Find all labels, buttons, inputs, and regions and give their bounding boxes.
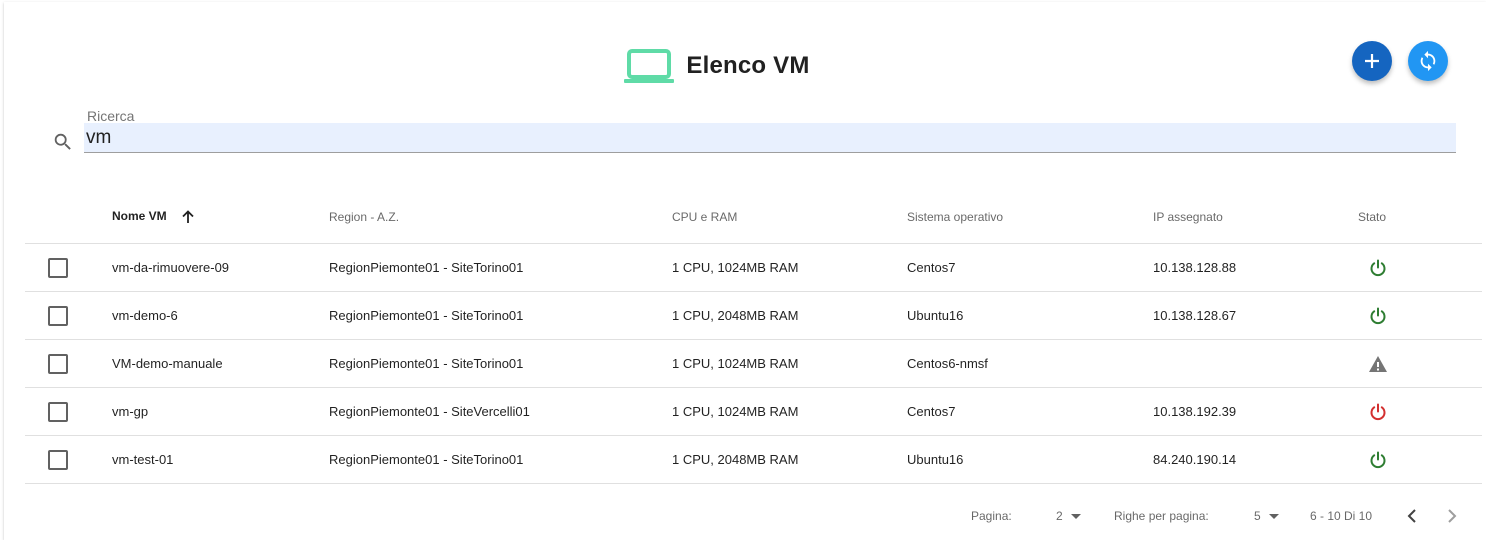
select-cell (25, 387, 112, 436)
arrow-up-icon (182, 209, 194, 223)
region-cell: RegionPiemonte01 - SiteTorino01 (329, 243, 672, 292)
vm-name-cell: vm-da-rimuovere-09 (112, 243, 329, 292)
select-column-header (25, 190, 112, 244)
caret-down-icon (1070, 514, 1081, 520)
table-row[interactable]: VM-demo-manuale RegionPiemonte01 - SiteTo… (25, 339, 1482, 388)
power-on-icon (1370, 307, 1386, 324)
ip-cell: 10.138.128.88 (1153, 243, 1358, 292)
row-checkbox[interactable] (48, 257, 68, 278)
vm-name-cell: vm-demo-6 (112, 291, 329, 340)
table-header-row: Nome VM Region - A.Z. CPU e RAM Sistema … (25, 190, 1482, 244)
ip-cell (1153, 339, 1358, 388)
row-checkbox[interactable] (48, 353, 68, 374)
power-off-icon (1370, 403, 1386, 420)
region-cell: RegionPiemonte01 - SiteVercelli01 (329, 387, 672, 436)
page-value: 2 (1056, 509, 1063, 523)
chevron-left-icon[interactable] (1402, 506, 1422, 526)
state-cell (1358, 339, 1482, 388)
rows-per-page-select[interactable]: 5 (1254, 504, 1279, 528)
chevron-right-icon[interactable] (1442, 506, 1462, 526)
vm-name-cell: vm-test-01 (112, 435, 329, 484)
select-cell (25, 435, 112, 484)
page-title: Elenco VM (686, 52, 810, 79)
select-cell (25, 243, 112, 292)
page-label: Pagina: (971, 509, 1012, 523)
refresh-button[interactable] (1408, 41, 1448, 81)
column-header-stato[interactable]: Stato (1358, 190, 1482, 244)
power-on-icon (1370, 451, 1386, 468)
table-row[interactable]: vm-gp RegionPiemonte01 - SiteVercelli01 1 … (25, 387, 1482, 436)
state-cell (1358, 435, 1482, 484)
column-header-cpu-ram[interactable]: CPU e RAM (672, 190, 907, 244)
search-label: Ricerca (87, 108, 135, 124)
region-cell: RegionPiemonte01 - SiteTorino01 (329, 291, 672, 340)
column-header-os[interactable]: Sistema operativo (907, 190, 1153, 244)
state-cell (1358, 243, 1482, 292)
table-row[interactable]: vm-da-rimuovere-09 RegionPiemonte01 - Sit… (25, 243, 1482, 292)
caret-down-icon (1268, 514, 1279, 520)
row-checkbox[interactable] (48, 401, 68, 422)
page-range: 6 - 10 Di 10 (1310, 509, 1373, 523)
page-select[interactable]: 2 (1056, 504, 1081, 528)
cpu-ram-cell: 1 CPU, 2048MB RAM (672, 435, 907, 484)
vm-table: Nome VM Region - A.Z. CPU e RAM Sistema … (25, 190, 1482, 484)
region-cell: RegionPiemonte01 - SiteTorino01 (329, 435, 672, 484)
table-row[interactable]: vm-demo-6 RegionPiemonte01 - SiteTorino01… (25, 291, 1482, 340)
column-header-label: Nome VM (112, 208, 167, 223)
rows-per-page-value: 5 (1254, 509, 1261, 523)
cpu-ram-cell: 1 CPU, 1024MB RAM (672, 243, 907, 292)
cpu-ram-cell: 1 CPU, 1024MB RAM (672, 387, 907, 436)
plus-icon (1365, 54, 1379, 68)
pagination-bar: Pagina: 2 Righe per pagina: 5 6 - 10 Di … (0, 504, 1486, 528)
region-cell: RegionPiemonte01 - SiteTorino01 (329, 339, 672, 388)
warning-icon (1369, 355, 1387, 372)
refresh-icon (1420, 50, 1436, 72)
ip-cell: 84.240.190.14 (1153, 435, 1358, 484)
search-icon (54, 133, 71, 150)
add-vm-button[interactable] (1352, 41, 1392, 81)
select-cell (25, 291, 112, 340)
power-on-icon (1370, 259, 1386, 276)
table-row[interactable]: vm-test-01 RegionPiemonte01 - SiteTorino0… (25, 435, 1482, 484)
rows-per-page-label: Righe per pagina: (1114, 509, 1209, 523)
vm-name-cell: vm-gp (112, 387, 329, 436)
cpu-ram-cell: 1 CPU, 2048MB RAM (672, 291, 907, 340)
search-input[interactable] (84, 123, 1456, 153)
ip-cell: 10.138.192.39 (1153, 387, 1358, 436)
ip-cell: 10.138.128.67 (1153, 291, 1358, 340)
os-cell: Ubuntu16 (907, 291, 1153, 340)
column-header-nome-vm[interactable]: Nome VM (112, 190, 329, 244)
state-cell (1358, 387, 1482, 436)
select-cell (25, 339, 112, 388)
cpu-ram-cell: 1 CPU, 1024MB RAM (672, 339, 907, 388)
row-checkbox[interactable] (48, 305, 68, 326)
row-checkbox[interactable] (48, 449, 68, 470)
os-cell: Ubuntu16 (907, 435, 1153, 484)
os-cell: Centos7 (907, 243, 1153, 292)
vm-name-cell: VM-demo-manuale (112, 339, 329, 388)
laptop-icon (624, 49, 675, 83)
state-cell (1358, 291, 1482, 340)
os-cell: Centos7 (907, 387, 1153, 436)
column-header-ip[interactable]: IP assegnato (1153, 190, 1358, 244)
page-header: Elenco VM (0, 46, 1486, 86)
column-header-region[interactable]: Region - A.Z. (329, 190, 672, 244)
os-cell: Centos6-nmsf (907, 339, 1153, 388)
